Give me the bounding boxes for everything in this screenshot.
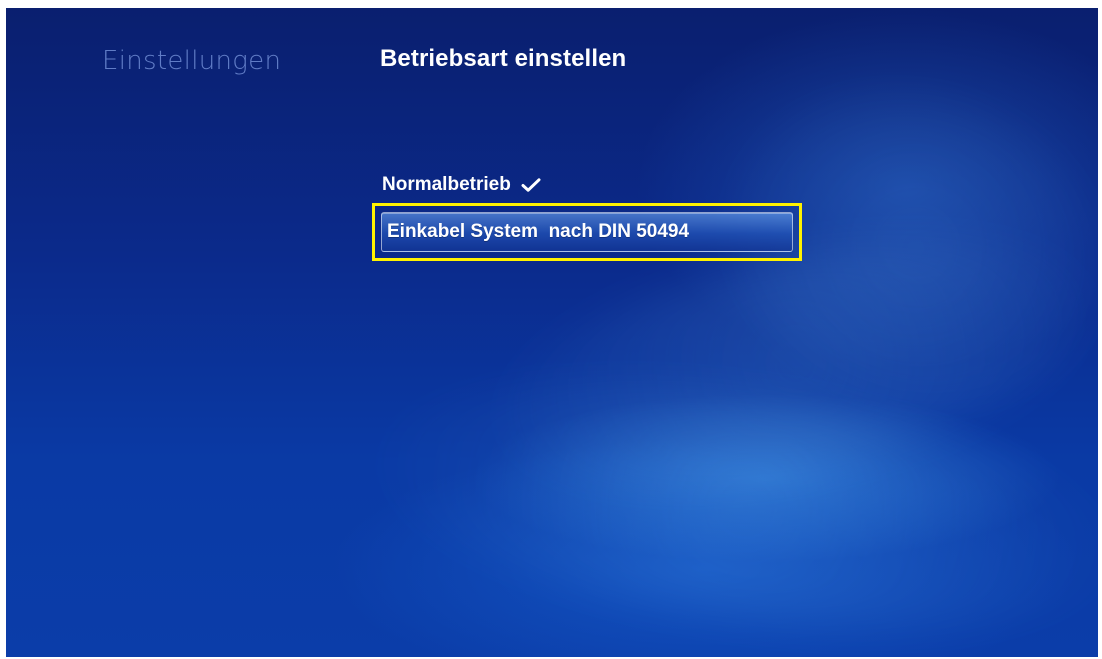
mode-options: Normalbetrieb Einkabel System nach DIN 5… bbox=[372, 168, 808, 261]
option-einkabel-system[interactable]: Einkabel System nach DIN 50494 bbox=[372, 203, 802, 261]
screen: Einstellungen Betriebsart einstellen Nor… bbox=[6, 8, 1098, 657]
checkmark-icon bbox=[521, 177, 541, 193]
option-label: Normalbetrieb bbox=[382, 174, 511, 195]
option-normalbetrieb[interactable]: Normalbetrieb bbox=[372, 168, 808, 202]
section-title: Einstellungen bbox=[102, 46, 282, 76]
focused-option-highlight: Einkabel System nach DIN 50494 bbox=[381, 212, 793, 252]
option-label: Einkabel System nach DIN 50494 bbox=[387, 221, 690, 242]
page-title: Betriebsart einstellen bbox=[380, 45, 627, 72]
